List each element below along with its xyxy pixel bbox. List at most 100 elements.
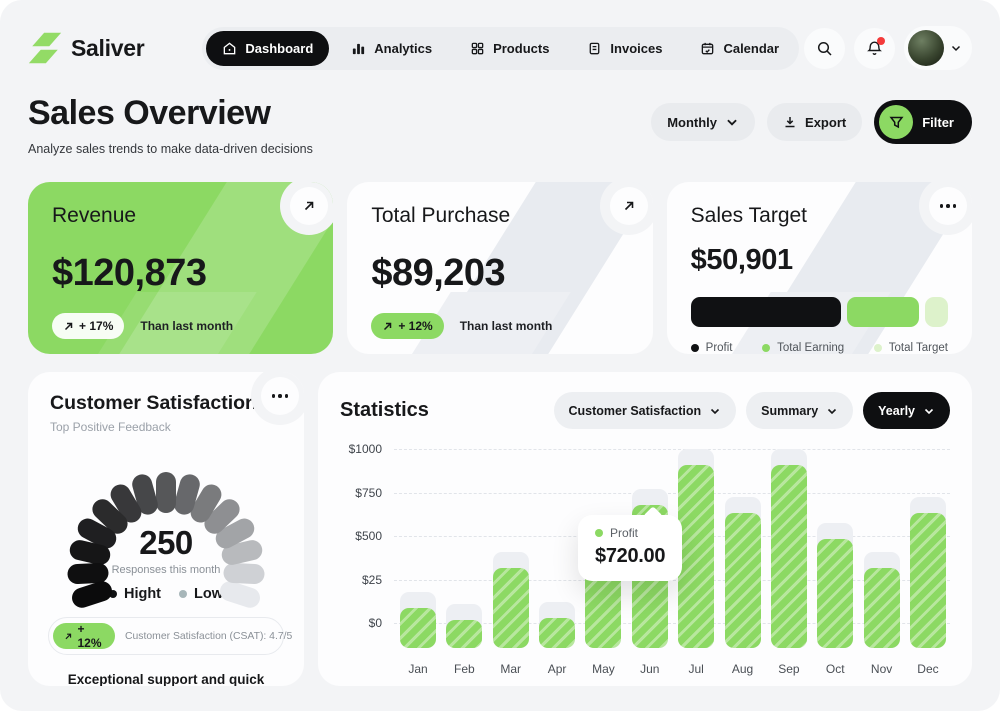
user-menu[interactable] (904, 26, 972, 70)
ellipsis-icon (272, 394, 289, 398)
satisfaction-footer: Exceptional support and quick responses (44, 672, 288, 686)
card-value: $50,901 (691, 244, 948, 277)
chevron-down-icon (725, 115, 739, 129)
search-icon (816, 40, 833, 57)
sales-target-progress (691, 297, 948, 327)
topbar-actions (804, 26, 972, 70)
nav-item-analytics[interactable]: Analytics (335, 31, 448, 66)
bottom-row: Customer Satisfaction Top Positive Feedb… (0, 354, 1000, 686)
gauge-segment (156, 472, 176, 513)
bar[interactable] (400, 608, 436, 648)
chart-column-apr[interactable]: Apr (539, 443, 575, 676)
x-tick-label: Jul (688, 662, 703, 676)
chart-column-nov[interactable]: Nov (864, 443, 900, 676)
chart-tooltip: Profit $720.00 (578, 515, 682, 581)
period-dropdown[interactable]: Monthly (651, 103, 755, 141)
statistics-chart: $1000$750$500$25$0 Jan Feb Mar Apr May Jun Jul… (340, 443, 950, 676)
export-button[interactable]: Export (767, 103, 862, 141)
x-tick-label: Mar (500, 662, 521, 676)
x-tick-label: May (592, 662, 615, 676)
legend-item: Profit (691, 342, 733, 354)
kpi-cards-row: Revenue $120,873 + 17% Than last month T… (0, 156, 1000, 354)
filter-button[interactable]: Filter (874, 100, 972, 144)
chart-column-mar[interactable]: Mar (493, 443, 529, 676)
statistics-filters: Customer Satisfaction Summary Yearly (554, 392, 951, 429)
sales-target-menu-button[interactable] (929, 187, 967, 225)
delta-note: Than last month (460, 319, 553, 333)
brand-name: Saliver (71, 35, 144, 62)
bar[interactable] (493, 568, 529, 648)
nav-item-invoices[interactable]: Invoices (571, 31, 678, 66)
x-tick-label: Sep (778, 662, 799, 676)
nav-label: Analytics (374, 41, 432, 56)
legend-low: Low (179, 586, 223, 602)
delta-badge: + 17% (52, 313, 124, 339)
bar[interactable] (910, 513, 946, 648)
bar[interactable] (725, 513, 761, 648)
card-value: $120,873 (52, 252, 309, 295)
chart-column-jul[interactable]: Jul (678, 443, 714, 676)
filter-icon-circle (879, 105, 913, 139)
chart-column-jan[interactable]: Jan (400, 443, 436, 676)
metric-dropdown[interactable]: Customer Satisfaction (554, 392, 737, 429)
bar-chart-icon (351, 41, 366, 56)
csat-row: + 12% Customer Satisfaction (CSAT): 4.7/… (48, 617, 284, 655)
chart-column-dec[interactable]: Dec (910, 443, 946, 676)
page-title: Sales Overview (28, 94, 313, 133)
delta-value: + 12% (398, 319, 432, 333)
nav-item-calendar[interactable]: Calendar (684, 31, 795, 66)
arrow-up-right-icon (301, 198, 317, 214)
nav-label: Calendar (723, 41, 779, 56)
chart-column-sep[interactable]: Sep (771, 443, 807, 676)
progress-segment (925, 297, 948, 327)
brand[interactable]: Saliver (28, 31, 144, 65)
delta-note: Than last month (140, 319, 233, 333)
y-tick-label: $500 (355, 529, 382, 543)
nav-label: Dashboard (245, 41, 313, 56)
x-tick-label: Apr (548, 662, 567, 676)
download-icon (783, 115, 797, 129)
chevron-down-icon (923, 405, 935, 417)
bar[interactable] (446, 620, 482, 648)
legend-item: Total Earning (762, 342, 844, 354)
purchase-open-button[interactable] (610, 187, 648, 225)
bar[interactable] (864, 568, 900, 648)
legend-high: Hight (109, 586, 161, 602)
x-tick-label: Jun (640, 662, 659, 676)
sales-target-card: Sales Target $50,901 ProfitTotal Earning… (667, 182, 972, 354)
tooltip-value: $720.00 (595, 545, 665, 568)
tooltip-series: Profit (595, 526, 665, 540)
chart-column-feb[interactable]: Feb (446, 443, 482, 676)
csat-text: Customer Satisfaction (CSAT): 4.7/5 (125, 631, 292, 642)
summary-dropdown[interactable]: Summary (746, 392, 853, 429)
nav-item-products[interactable]: Products (454, 31, 565, 66)
sales-target-legend: Profit Total Earning Total Target (691, 342, 948, 354)
bar[interactable] (539, 618, 575, 648)
nav-item-dashboard[interactable]: Dashboard (206, 31, 329, 66)
revenue-open-button[interactable] (290, 187, 328, 225)
revenue-card: Revenue $120,873 + 17% Than last month (28, 182, 333, 354)
total-purchase-card: Total Purchase $89,203 + 12% Than last m… (347, 182, 652, 354)
notifications-button[interactable] (854, 28, 895, 69)
chart-column-oct[interactable]: Oct (817, 443, 853, 676)
bar[interactable] (771, 465, 807, 648)
range-dropdown[interactable]: Yearly (863, 392, 950, 429)
legend-item: Total Target (874, 342, 948, 354)
bar[interactable] (817, 539, 853, 648)
metric-label: Customer Satisfaction (569, 404, 702, 418)
gauge-value: 250 (52, 524, 280, 562)
statistics-header: Statistics Customer Satisfaction Summary… (340, 392, 950, 429)
chart-y-axis: $1000$750$500$25$0 (340, 443, 390, 648)
page-actions: Monthly Export Filter (651, 100, 972, 144)
dashboard-app: Saliver Dashboard Analytics Prod (0, 0, 1000, 711)
progress-segment (691, 297, 842, 327)
satisfaction-menu-button[interactable] (261, 377, 299, 415)
bar[interactable] (678, 465, 714, 648)
csat-delta-value: + 12% (77, 622, 104, 650)
x-tick-label: Jan (408, 662, 427, 676)
chart-column-aug[interactable]: Aug (725, 443, 761, 676)
invoice-icon (587, 41, 602, 56)
x-tick-label: Nov (871, 662, 892, 676)
page-header: Sales Overview Analyze sales trends to m… (0, 70, 1000, 156)
search-button[interactable] (804, 28, 845, 69)
